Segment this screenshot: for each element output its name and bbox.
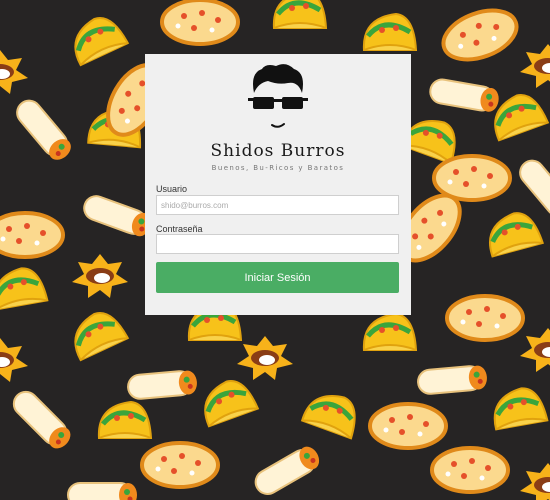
login-submit-button[interactable]: Iniciar Sesión [156,262,399,293]
username-input[interactable] [156,195,399,215]
password-label: Contraseña [156,224,203,234]
password-input[interactable] [156,234,399,254]
guy-with-sunglasses-icon [248,64,308,128]
login-card: Shidos Burros Buenos, Bu-Ricos y Baratos… [145,54,411,315]
brand-tagline: Buenos, Bu-Ricos y Baratos [211,164,345,172]
brand-name: Shidos Burros [210,141,346,161]
username-label: Usuario [156,184,188,194]
